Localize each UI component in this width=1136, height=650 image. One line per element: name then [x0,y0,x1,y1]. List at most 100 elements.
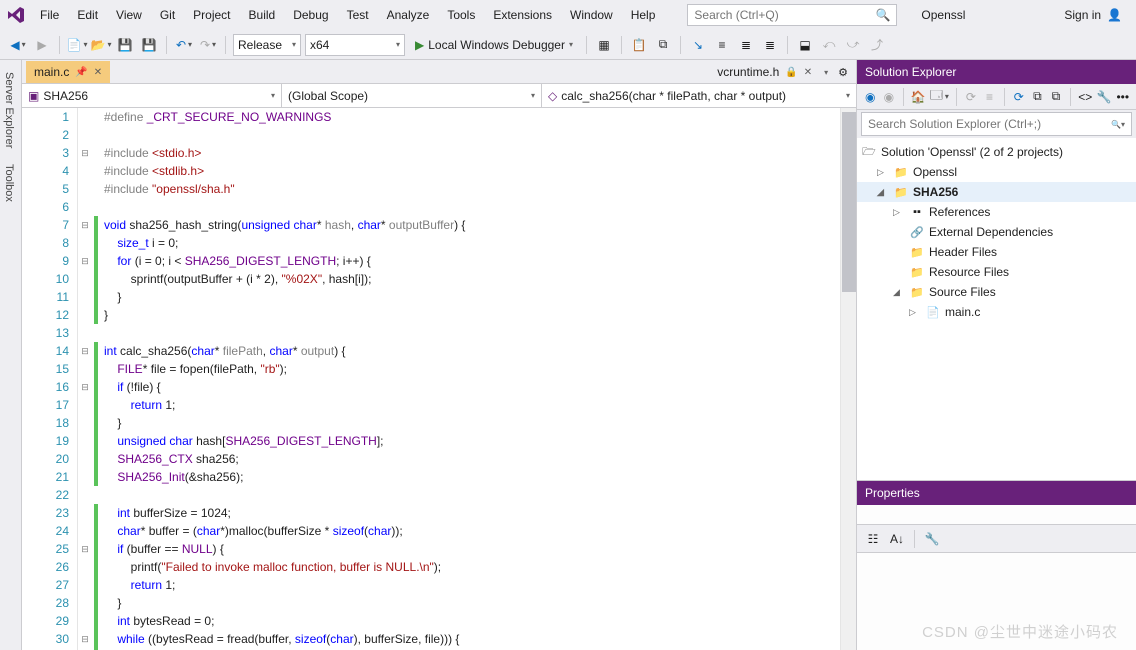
menu-git[interactable]: Git [152,4,183,26]
nav-member[interactable]: ◇calc_sha256(char * filePath, char * out… [542,84,856,107]
fold-column[interactable]: ⊟⊟⊟⊟⊟⊟⊟ [78,108,92,650]
se-switch-icon[interactable]: 🗔▾ [930,87,949,107]
start-debug-button[interactable]: ▶ Local Windows Debugger▾ [409,38,579,52]
save-button[interactable]: 💾 [115,35,135,55]
tb-icon-6[interactable]: ≣ [736,35,756,55]
solution-tree[interactable]: 🗁 Solution 'Openssl' (2 of 2 projects) ▷… [857,138,1136,480]
tb-icon-5[interactable]: ≡ [712,35,732,55]
menu-test[interactable]: Test [339,4,377,26]
tree-item[interactable]: ▷▪▪References [857,202,1136,222]
menu-window[interactable]: Window [562,4,621,26]
search-box[interactable]: 🔍 [687,4,897,26]
menu-view[interactable]: View [108,4,150,26]
se-code-icon[interactable]: <> [1078,87,1093,107]
tree-item[interactable]: ◢📁SHA256 [857,182,1136,202]
new-button[interactable]: 📄▾ [67,35,87,55]
tb-icon-1[interactable]: ▦ [594,35,614,55]
gear-icon[interactable]: ⚙ [838,66,848,79]
open-button[interactable]: 📂▾ [91,35,111,55]
tree-item[interactable]: ▷📄main.c [857,302,1136,322]
tb-icon-11[interactable]: ⤴ [867,35,887,55]
se-back-icon[interactable]: ◉ [863,87,878,107]
se-fwd-icon[interactable]: ◉ [882,87,897,107]
quick-launch-result[interactable]: Openssl [911,5,975,25]
menu-analyze[interactable]: Analyze [379,4,438,26]
search-icon[interactable]: 🔍 [875,8,890,22]
se-sync-icon[interactable]: ⟳ [964,87,979,107]
tb-icon-10[interactable]: ⤻ [843,35,863,55]
tb-icon-2[interactable]: 📋 [629,35,649,55]
tree-item[interactable]: ▷📁Openssl [857,162,1136,182]
undo-button[interactable]: ↶▾ [174,35,194,55]
code-lines[interactable]: #define _CRT_SECURE_NO_WARNINGS#include … [100,108,840,650]
vtab-server-explorer[interactable]: Server Explorer [0,64,21,156]
tb-icon-9[interactable]: ⤺ [819,35,839,55]
tab-main-c[interactable]: main.c 📌 ✕ [26,61,110,83]
play-icon: ▶ [415,38,424,52]
scrollbar-thumb[interactable] [842,112,856,292]
menu-extensions[interactable]: Extensions [485,4,560,26]
person-icon: 👤 [1107,8,1122,22]
config-dropdown[interactable]: Release▾ [233,34,301,56]
editor-area: main.c 📌 ✕ vcruntime.h 🔒 ✕ ▾ ⚙ ▣SHA256▾ … [22,60,856,650]
left-tool-tabs: Server ExplorerToolbox [0,60,22,650]
props-wrench-icon[interactable]: 🔧 [922,529,942,549]
save-all-button[interactable]: 💾 [139,35,159,55]
menu-edit[interactable]: Edit [69,4,106,26]
tb-icon-4[interactable]: ↘ [688,35,708,55]
pin-icon[interactable]: 📌 [75,67,87,78]
back-button[interactable]: ◀▾ [8,35,28,55]
tree-item[interactable]: 📁Header Files [857,242,1136,262]
close-icon[interactable]: ✕ [804,67,812,78]
se-refresh-icon[interactable]: ⟳ [1012,87,1027,107]
sign-in-button[interactable]: Sign in 👤 [1054,4,1132,26]
menu-debug[interactable]: Debug [285,4,336,26]
toolbar: ◀▾ ▶ 📄▾ 📂▾ 💾 💾 ↶▾ ↷▾ Release▾ x64▾ ▶ Loc… [0,30,1136,60]
se-more-icon[interactable]: ••• [1116,87,1131,107]
tab-vcruntime[interactable]: vcruntime.h 🔒 ✕ ▾ ⚙ [709,61,856,83]
props-az-icon[interactable]: A↓ [887,529,907,549]
tree-solution[interactable]: 🗁 Solution 'Openssl' (2 of 2 projects) [857,142,1136,162]
vertical-scrollbar[interactable] [840,108,856,650]
tb-icon-7[interactable]: ≣ [760,35,780,55]
properties-toolbar: ☷ A↓ 🔧 [857,525,1136,553]
se-showall-icon[interactable]: ⧉ [1049,87,1064,107]
solution-icon: 🗁 [861,144,877,160]
menu-items: FileEditViewGitProjectBuildDebugTestAnal… [32,4,663,26]
menu-help[interactable]: Help [623,4,664,26]
se-wrench-icon[interactable]: 🔧 [1097,87,1112,107]
tree-item[interactable]: ◢📁Source Files [857,282,1136,302]
nav-scope[interactable]: (Global Scope)▾ [282,84,542,107]
platform-dropdown[interactable]: x64▾ [305,34,405,56]
solution-search-input[interactable] [868,117,1107,131]
nav-bar: ▣SHA256▾ (Global Scope)▾ ◇calc_sha256(ch… [22,84,856,108]
props-cat-icon[interactable]: ☷ [863,529,883,549]
vs-logo-icon [4,3,28,27]
redo-button[interactable]: ↷▾ [198,35,218,55]
file-tab-bar: main.c 📌 ✕ vcruntime.h 🔒 ✕ ▾ ⚙ [22,60,856,84]
menu-file[interactable]: File [32,4,67,26]
tb-icon-3[interactable]: ⧉ [653,35,673,55]
solution-search[interactable]: 🔍▾ [861,112,1132,136]
vtab-toolbox[interactable]: Toolbox [0,156,21,210]
properties-header: Properties [857,481,1136,505]
tree-item[interactable]: 📁Resource Files [857,262,1136,282]
menu-build[interactable]: Build [241,4,284,26]
se-collapse-icon[interactable]: ⧉ [1030,87,1045,107]
right-sidebar: Solution Explorer ◉ ◉ 🏠 🗔▾ ⟳ ≡ ⟳ ⧉ ⧉ <> … [856,60,1136,650]
search-dropdown-icon[interactable]: 🔍▾ [1111,120,1125,129]
menu-tools[interactable]: Tools [439,4,483,26]
nav-project[interactable]: ▣SHA256▾ [22,84,282,107]
search-input[interactable] [694,8,875,22]
se-home-icon[interactable]: 🏠 [911,87,926,107]
tabs-dropdown-icon[interactable]: ▾ [824,68,828,77]
se-filter-icon[interactable]: ≡ [982,87,997,107]
forward-button[interactable]: ▶ [32,35,52,55]
tree-item[interactable]: 🔗External Dependencies [857,222,1136,242]
tb-icon-8[interactable]: ⬓ [795,35,815,55]
menubar: FileEditViewGitProjectBuildDebugTestAnal… [0,0,1136,30]
close-icon[interactable]: ✕ [94,67,102,78]
code-editor[interactable]: 1234567891011121314151617181920212223242… [22,108,856,650]
menu-project[interactable]: Project [185,4,238,26]
solution-explorer-toolbar: ◉ ◉ 🏠 🗔▾ ⟳ ≡ ⟳ ⧉ ⧉ <> 🔧 ••• [857,84,1136,110]
